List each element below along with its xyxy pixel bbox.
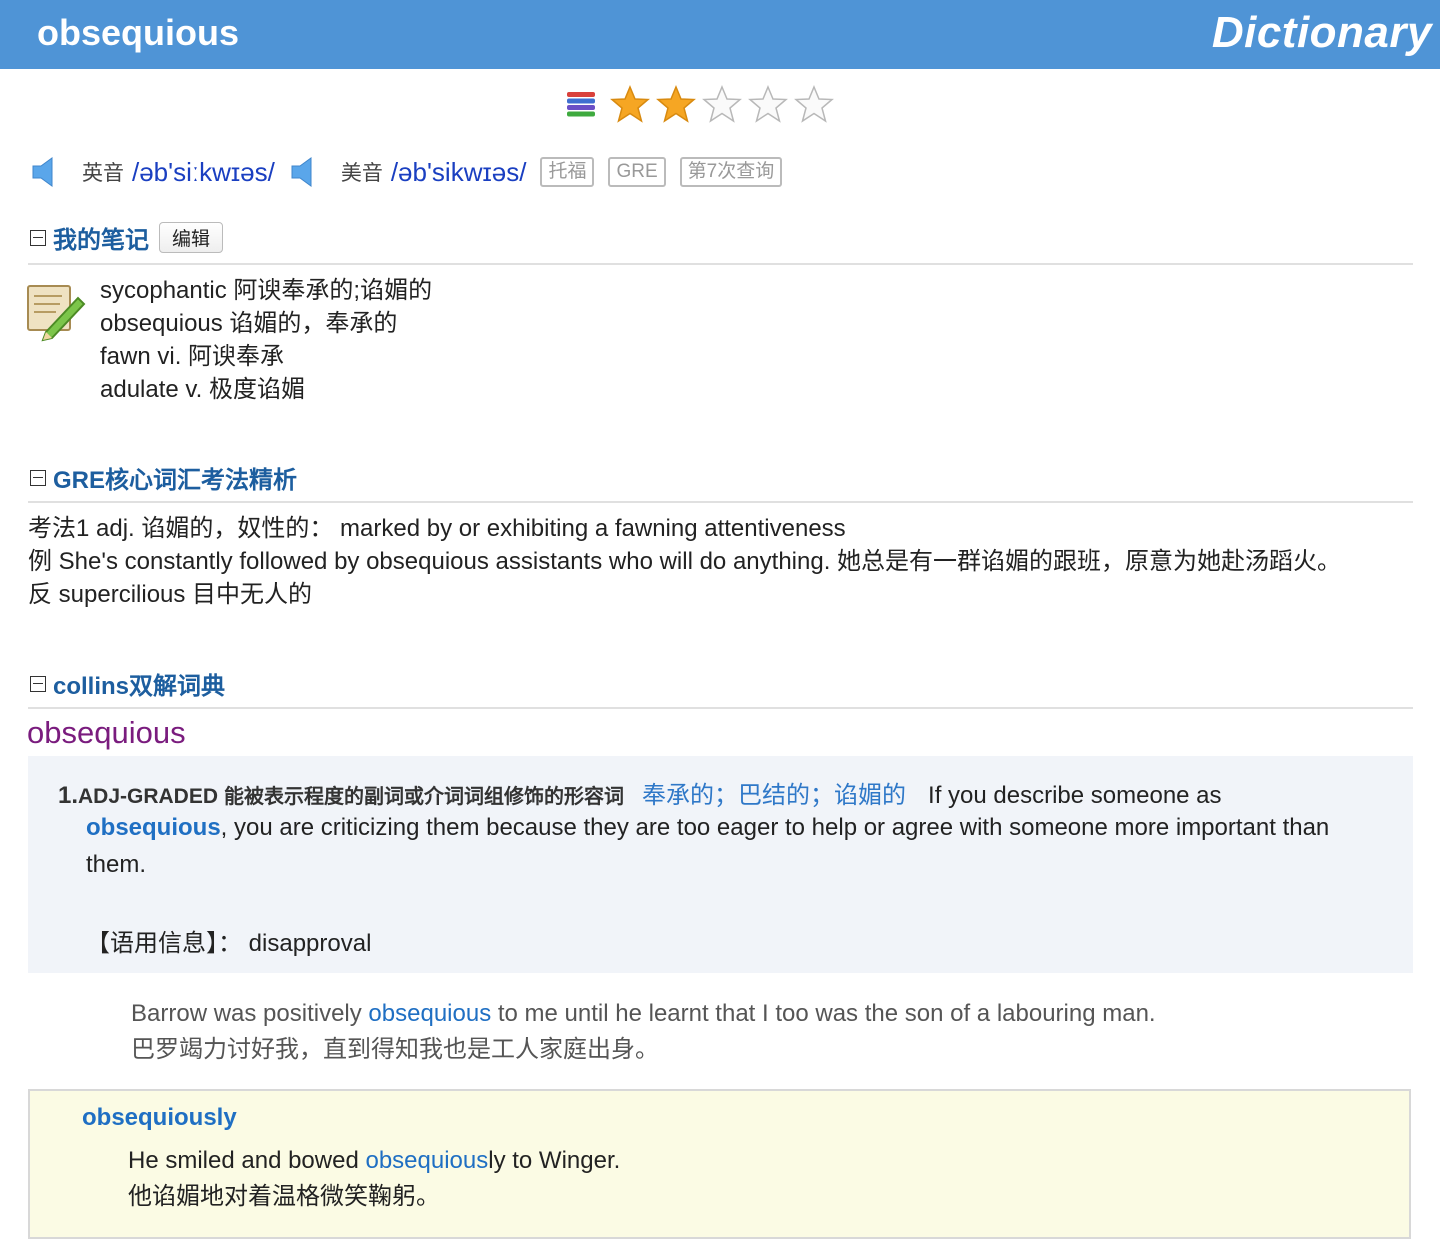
uk-phonetic: /əb'siːkwɪəs/ <box>132 156 275 187</box>
note-line: adulate v. 极度谄媚 <box>100 376 305 403</box>
sense-definition-rest: , you are criticizing them because they … <box>220 814 1330 841</box>
gre-section-header: GRE核心词汇考法精析 <box>30 460 297 495</box>
collins-title: collins双解词典 <box>53 673 226 700</box>
derivative-example-en: He smiled and bowed obsequiously to Wing… <box>128 1143 620 1179</box>
usage-label: 【语用信息】： <box>86 930 242 957</box>
sense-number: 1. <box>58 782 79 809</box>
collins-headword: obsequious <box>27 715 186 750</box>
frequency-rating <box>566 84 840 124</box>
note-line: sycophantic 阿谀奉承的;谄媚的 <box>100 277 433 304</box>
tag-gre: GRE <box>608 157 666 187</box>
example-en-after: to me until he learnt that I too was the… <box>491 1000 1156 1027</box>
derivative-example-cn: 他谄媚地对着温格微笑鞠躬。 <box>128 1183 440 1210</box>
sense-pos: ADJ-GRADED <box>78 785 219 808</box>
derivative-example: He smiled and bowed obsequiously to Wing… <box>128 1143 620 1215</box>
collapse-collins-icon[interactable] <box>30 675 46 692</box>
example-en-before: Barrow was positively <box>131 1000 369 1027</box>
collapse-gre-icon[interactable] <box>30 469 46 486</box>
star-empty-icon <box>794 85 834 123</box>
star-filled-icon <box>656 85 696 123</box>
derivative-ex-before: He smiled and bowed <box>128 1147 366 1174</box>
highlighted-word[interactable]: obsequious <box>365 1147 488 1174</box>
collins-section-header: collins双解词典 <box>30 666 225 701</box>
header-bar: obsequious Dictionary <box>0 0 1440 69</box>
divider <box>28 707 1413 709</box>
sense-pos-cn: 能被表示程度的副词或介词词组修饰的形容词 <box>224 786 625 808</box>
note-line: fawn vi. 阿谀奉承 <box>100 343 285 370</box>
example-en: Barrow was positively obsequious to me u… <box>131 996 1156 1032</box>
headword-title: obsequious <box>37 12 240 53</box>
us-label: 美音 <box>340 162 383 185</box>
edit-button[interactable]: 编辑 <box>159 222 224 253</box>
note-pencil-icon <box>27 285 86 342</box>
uk-label: 英音 <box>82 162 124 185</box>
sense-translation: 奉承的；巴结的；谄媚的 <box>642 782 907 809</box>
sense-header: 1. ADJ-GRADED 能被表示程度的副词或介词词组修饰的形容词 奉承的；巴结… <box>58 775 1222 810</box>
example-cn: 巴罗竭力讨好我，直到得知我也是工人家庭出身。 <box>131 1036 659 1063</box>
example-sentence: Barrow was positively obsequious to me u… <box>131 996 1156 1068</box>
star-empty-icon <box>702 85 742 123</box>
us-phonetic: /əb'sikwɪəs/ <box>390 156 527 187</box>
divider <box>28 263 1413 265</box>
gre-content: 考法1 adj. 谄媚的，奴性的： marked by or exhibitin… <box>28 512 1341 611</box>
app-brand: Dictionary <box>1211 8 1432 57</box>
notes-title: 我的笔记 <box>53 227 149 254</box>
collapse-notes-icon[interactable] <box>30 229 46 246</box>
gre-title: GRE核心词汇考法精析 <box>53 467 298 494</box>
speaker-uk-icon[interactable] <box>30 155 60 189</box>
usage-info: 【语用信息】： disapproval <box>86 923 371 958</box>
highlighted-word: obsequious <box>86 814 221 841</box>
gre-antonym: 反 supercilious 目中无人的 <box>28 581 313 608</box>
gre-definition: 考法1 adj. 谄媚的，奴性的： marked by or exhibitin… <box>28 515 846 542</box>
highlighted-word[interactable]: obsequious <box>368 1000 491 1027</box>
gre-example: 例 She's constantly followed by obsequiou… <box>28 548 1342 575</box>
star-empty-icon <box>748 85 788 123</box>
tag-lookup-count: 第7次查询 <box>679 157 783 187</box>
sense-definition: obsequious, you are criticizing them bec… <box>86 814 1329 842</box>
frequency-bars-icon <box>567 92 595 117</box>
speaker-us-icon[interactable] <box>289 155 319 189</box>
sense-definition-start: If you describe someone as <box>928 782 1222 809</box>
star-filled-icon <box>610 85 650 123</box>
notes-content: sycophantic 阿谀奉承的;谄媚的 obsequious 谄媚的，奉承的… <box>100 274 432 406</box>
derivative-ex-after: ly to Winger. <box>488 1147 621 1174</box>
notes-section-header: 我的笔记 编辑 <box>30 220 224 255</box>
divider <box>28 501 1413 503</box>
usage-value: disapproval <box>248 930 372 957</box>
derivative-word[interactable]: obsequiously <box>82 1104 237 1132</box>
pronunciation-row: 英音 /əb'siːkwɪəs/ 美音 /əb'sikwɪəs/ 托福 GRE … <box>30 150 796 194</box>
sense-definition-end: them. <box>86 851 147 878</box>
tag-toefl: 托福 <box>540 157 595 187</box>
note-line: obsequious 谄媚的，奉承的 <box>100 310 398 337</box>
